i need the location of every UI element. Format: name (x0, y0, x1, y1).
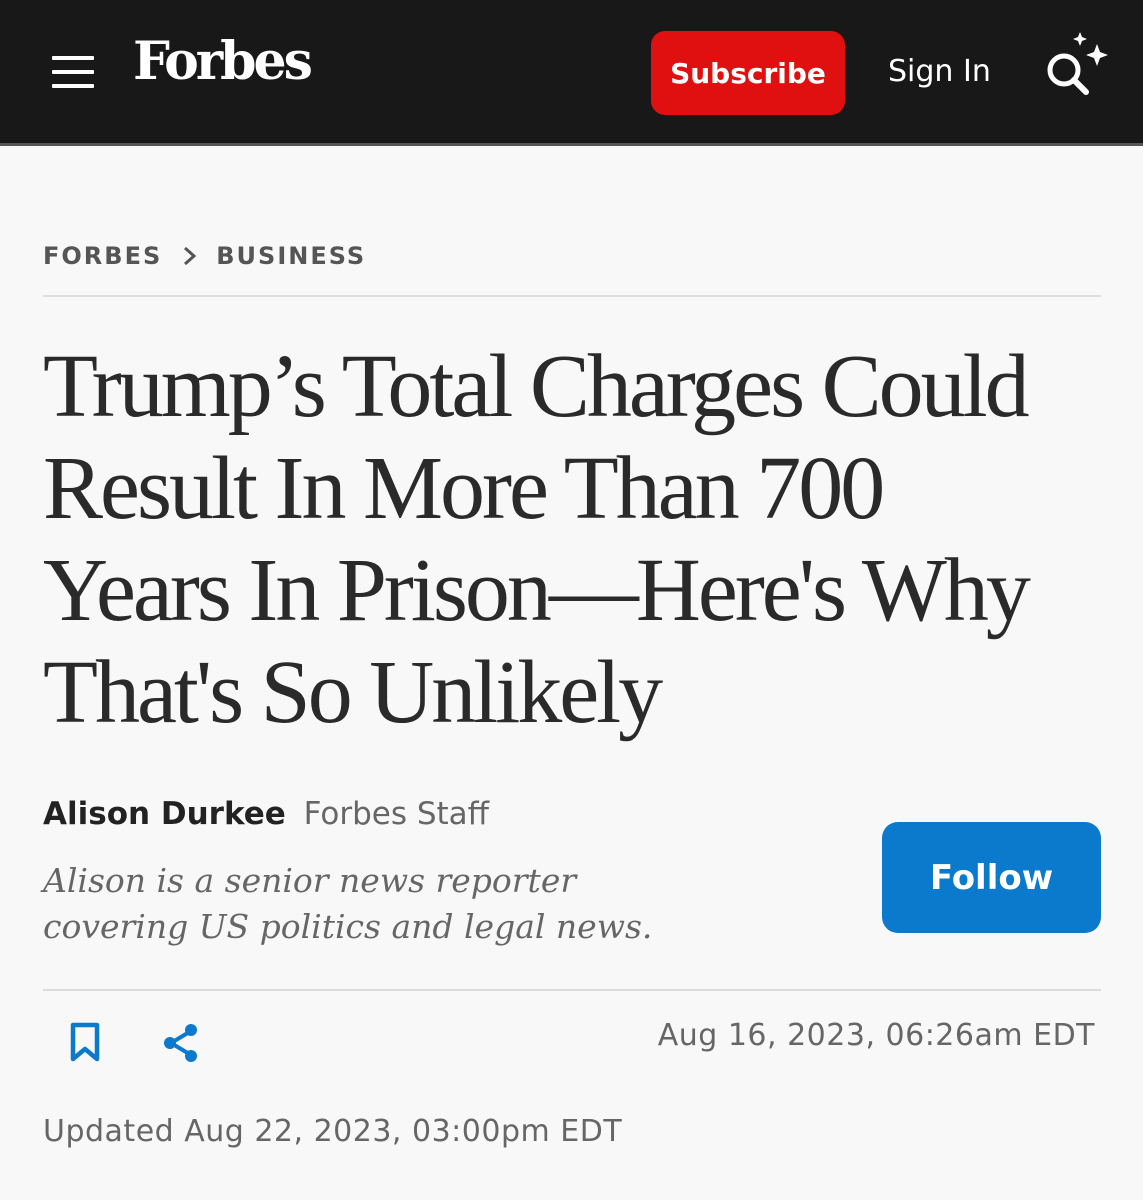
subscribe-button[interactable]: Subscribe (651, 31, 845, 115)
updated-date: Updated Aug 22, 2023, 03:00pm EDT (43, 1114, 623, 1149)
headline-line: That's So Unlikely (43, 643, 663, 742)
sign-in-link[interactable]: Sign In (888, 54, 991, 89)
forbes-logo[interactable]: Forbes (133, 36, 313, 88)
search-icon[interactable] (1040, 30, 1112, 102)
top-navigation-bar: Forbes Subscribe Sign In (0, 0, 1143, 146)
article-headline: Trump’s Total Charges Could Result In Mo… (43, 336, 1113, 744)
headline-line: Years In Prison—Here's Why (43, 541, 1031, 640)
share-icon[interactable] (160, 1022, 202, 1064)
author-bio: Alison is a senior news reporter coverin… (43, 858, 723, 950)
breadcrumb: FORBES BUSINESS (43, 242, 366, 270)
follow-button[interactable]: Follow (882, 822, 1101, 933)
breadcrumb-forbes[interactable]: FORBES (43, 242, 162, 270)
divider (43, 989, 1101, 991)
author-role: Forbes Staff (303, 796, 490, 832)
hamburger-menu-icon[interactable] (52, 56, 94, 88)
author-bio-line: covering US politics and legal news. (43, 907, 653, 946)
author-name[interactable]: Alison Durkee (43, 796, 286, 832)
author-byline: Alison Durkee Forbes Staff (43, 796, 489, 832)
headline-line: Result In More Than 700 (43, 439, 885, 538)
published-date: Aug 16, 2023, 06:26am EDT (657, 1018, 1095, 1053)
breadcrumb-business[interactable]: BUSINESS (216, 242, 366, 270)
bookmark-icon[interactable] (68, 1022, 102, 1062)
chevron-right-icon (184, 246, 197, 266)
headline-line: Trump’s Total Charges Could (43, 337, 1030, 436)
divider (43, 295, 1101, 297)
author-bio-line: Alison is a senior news reporter (43, 861, 577, 900)
